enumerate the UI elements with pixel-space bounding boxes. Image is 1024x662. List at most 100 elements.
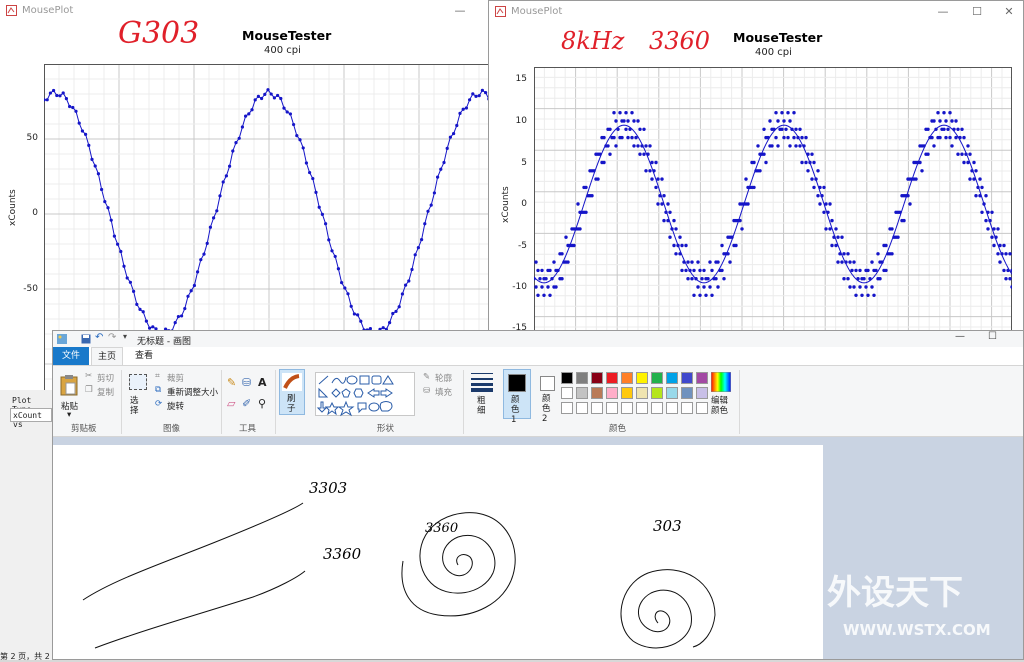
palette-swatch[interactable] — [561, 387, 573, 399]
data-point — [794, 127, 798, 131]
magnifier-icon[interactable]: ⚲ — [258, 397, 266, 410]
copy-button[interactable]: 复制 — [97, 386, 114, 398]
data-point — [788, 144, 792, 148]
palette-swatch[interactable] — [606, 387, 618, 399]
tab-file[interactable]: 文件 — [53, 347, 89, 365]
data-point — [112, 234, 116, 238]
palette-swatch-empty[interactable] — [591, 402, 603, 414]
data-point — [804, 135, 808, 140]
palette-swatch[interactable] — [696, 387, 708, 399]
palette-swatch-empty[interactable] — [621, 402, 633, 414]
data-point — [896, 235, 900, 239]
paint-maximize-button[interactable]: ☐ — [988, 331, 997, 342]
minimize-button[interactable]: — — [929, 3, 957, 21]
size-button[interactable]: 粗细 — [477, 396, 489, 416]
palette-swatch[interactable] — [591, 372, 603, 384]
data-point — [786, 135, 790, 140]
data-point — [992, 243, 996, 248]
palette-swatch[interactable] — [606, 372, 618, 384]
minimize-button[interactable]: — — [446, 2, 474, 20]
palette-swatch[interactable] — [651, 387, 663, 399]
plot-type-select[interactable]: xCount vs — [10, 408, 52, 429]
palette-swatch[interactable] — [681, 372, 693, 384]
data-point — [221, 180, 225, 184]
data-point — [902, 218, 906, 223]
palette-swatch[interactable] — [591, 387, 603, 399]
color2-button[interactable]: 颜色 2 — [535, 369, 563, 424]
palette-swatch[interactable] — [561, 372, 573, 384]
palette-swatch-empty[interactable] — [606, 402, 618, 414]
palette-swatch-empty[interactable] — [696, 402, 708, 414]
redo-icon[interactable]: ↷ — [108, 332, 116, 343]
data-point — [622, 119, 626, 123]
edit-colors-icon[interactable] — [711, 372, 731, 392]
palette-swatch-empty[interactable] — [681, 402, 693, 414]
undo-icon[interactable]: ↶ — [95, 332, 103, 343]
palette-swatch[interactable] — [666, 387, 678, 399]
palette-swatch-empty[interactable] — [651, 402, 663, 414]
pencil-icon[interactable]: ✎ — [227, 376, 236, 389]
palette-swatch[interactable] — [576, 372, 588, 384]
data-point — [780, 127, 784, 131]
data-point — [205, 241, 209, 245]
quick-access-dropdown-icon[interactable]: ▾ — [123, 332, 127, 341]
select-button[interactable]: 选择 — [130, 396, 142, 416]
paint-minimize-button[interactable]: — — [955, 331, 965, 342]
color-picker-icon[interactable]: ✐ — [242, 397, 251, 410]
brush-button[interactable]: 刷子 — [279, 369, 305, 415]
data-point — [800, 160, 804, 165]
palette-swatch-empty[interactable] — [561, 402, 573, 414]
data-point — [480, 88, 484, 92]
tab-view[interactable]: 查看 — [129, 347, 159, 365]
data-point — [636, 119, 640, 123]
canvas-label-3360-line: 3360 — [323, 545, 362, 563]
paste-icon[interactable] — [59, 374, 79, 396]
data-point — [314, 190, 318, 194]
left-plot-subtitle: 400 cpi — [264, 45, 301, 56]
fill-bucket-icon[interactable]: ⛁ — [242, 376, 251, 389]
palette-swatch-empty[interactable] — [666, 402, 678, 414]
paint-titlebar[interactable]: ↶ ↷ ▾ 无标题 - 画图 — ☐ — [53, 331, 1023, 347]
select-icon[interactable] — [129, 374, 147, 390]
outline-button[interactable]: 轮廓 — [435, 372, 452, 384]
data-point — [746, 202, 750, 206]
maximize-button[interactable]: ☐ — [963, 3, 991, 21]
data-point — [215, 209, 219, 213]
data-point — [432, 191, 436, 195]
resize-button[interactable]: 重新调整大小 — [167, 386, 218, 398]
color1-button[interactable]: 颜色 1 — [503, 369, 531, 425]
shapes-gallery[interactable] — [315, 372, 415, 417]
palette-swatch-empty[interactable] — [576, 402, 588, 414]
palette-swatch[interactable] — [636, 387, 648, 399]
crop-button[interactable]: 裁剪 — [167, 372, 184, 384]
edit-colors-button[interactable]: 编辑颜色 — [711, 396, 731, 416]
close-button[interactable]: ✕ — [995, 3, 1023, 21]
palette-swatch[interactable] — [636, 372, 648, 384]
data-point — [61, 91, 65, 95]
palette-swatch[interactable] — [576, 387, 588, 399]
save-icon[interactable] — [81, 334, 91, 344]
palette-swatch[interactable] — [651, 372, 663, 384]
drawing-canvas[interactable]: 3303 3360 3360 303 — [53, 445, 823, 659]
fill-button[interactable]: 填充 — [435, 386, 452, 398]
palette-swatch[interactable] — [621, 372, 633, 384]
eraser-icon[interactable]: ▱ — [227, 397, 235, 410]
cut-button[interactable]: 剪切 — [97, 372, 114, 384]
palette-swatch[interactable] — [681, 387, 693, 399]
rotate-button[interactable]: 旋转 — [167, 400, 184, 412]
palette-swatch[interactable] — [696, 372, 708, 384]
left-window-titlebar[interactable]: MousePlot — — [0, 0, 490, 22]
tab-home[interactable]: 主页 — [91, 347, 123, 365]
palette-swatch-empty[interactable] — [636, 402, 648, 414]
paste-dropdown-icon[interactable]: ▾ — [67, 410, 71, 420]
palette-swatch[interactable] — [621, 387, 633, 399]
right-window-titlebar[interactable]: MousePlot — ☐ ✕ — [489, 1, 1023, 23]
size-icon[interactable] — [471, 372, 493, 392]
data-point — [950, 144, 954, 148]
palette-swatch[interactable] — [666, 372, 678, 384]
data-point — [942, 111, 946, 115]
data-point — [848, 260, 852, 264]
data-point — [828, 202, 832, 206]
text-tool-icon[interactable]: A — [258, 376, 267, 389]
data-point — [774, 135, 778, 140]
